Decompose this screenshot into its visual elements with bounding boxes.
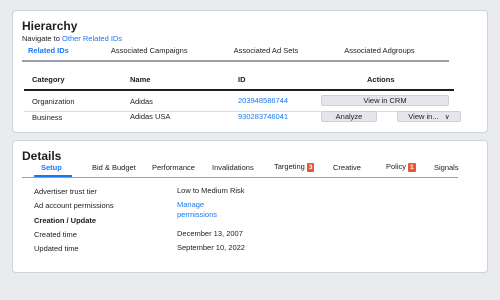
table-row: Organization Adidas 203948586744 View in…	[32, 95, 462, 110]
trust-tier-label: Advertiser trust tier	[34, 187, 97, 196]
tab-signals[interactable]: Signals	[434, 163, 459, 172]
ad-account-permissions-label: Ad account permissions	[34, 201, 114, 210]
updated-time-label: Updated time	[34, 244, 79, 253]
targeting-count-badge: 3	[306, 162, 315, 172]
details-tabs-underline	[22, 177, 458, 178]
tab-bid-budget[interactable]: Bid & Budget	[92, 163, 136, 172]
tab-policy[interactable]: Policy 1	[386, 162, 416, 172]
updated-time-value: September 10, 2022	[177, 243, 245, 252]
created-time-value: December 13, 2007	[177, 229, 243, 238]
column-header-actions: Actions	[367, 75, 395, 84]
creation-update-heading: Creation / Update	[34, 216, 97, 225]
manage-permissions-link-line1: Manage	[177, 200, 205, 209]
trust-tier-value: Low to Medium Risk	[177, 186, 245, 195]
related-ids-table: Category Name ID Actions Organization Ad…	[24, 75, 462, 135]
created-time-label: Created time	[34, 230, 77, 239]
table-header: Category Name ID Actions	[32, 75, 462, 87]
tab-targeting[interactable]: Targeting 3	[274, 162, 315, 172]
tab-related-ids[interactable]: Related IDs	[22, 46, 75, 62]
manage-permissions-link[interactable]: Manage permissions	[177, 200, 217, 220]
tab-creative[interactable]: Creative	[333, 163, 361, 172]
chevron-down-icon: ∨	[444, 114, 450, 121]
view-in-dropdown-button[interactable]: View in... ∨	[397, 111, 461, 122]
other-related-ids-link[interactable]: Other Related IDs	[62, 34, 122, 43]
table-row: Business Adidas USA 930283746041 Analyze…	[32, 111, 462, 125]
manage-permissions-link-line2: permissions	[177, 210, 218, 219]
navigate-prefix: Navigate to	[22, 34, 60, 43]
hierarchy-tabs-underline	[22, 60, 449, 62]
analyze-button[interactable]: Analyze	[321, 111, 377, 122]
row-category: Organization	[32, 97, 75, 106]
row-id-link[interactable]: 930283746041	[238, 112, 288, 121]
tab-associated-adgroups[interactable]: Associated Adgroups	[344, 46, 414, 55]
tab-policy-label: Policy	[386, 162, 407, 171]
details-card: Details Setup Bid & Budget Performance I…	[12, 140, 488, 273]
column-header-category: Category	[32, 75, 65, 84]
policy-count-badge: 1	[408, 162, 416, 172]
row-id-link[interactable]: 203948586744	[238, 96, 288, 105]
tab-invalidations[interactable]: Invalidations	[212, 163, 254, 172]
tab-performance[interactable]: Performance	[152, 163, 195, 172]
hierarchy-card: Hierarchy Navigate to Other Related IDs …	[12, 10, 488, 133]
navigate-line: Navigate to Other Related IDs	[22, 34, 122, 43]
view-in-label: View in...	[408, 112, 439, 121]
table-header-rule	[24, 89, 454, 91]
tab-associated-campaigns[interactable]: Associated Campaigns	[111, 46, 188, 55]
row-category: Business	[32, 113, 63, 122]
hierarchy-title: Hierarchy	[22, 19, 78, 33]
tab-targeting-label: Targeting	[274, 162, 305, 171]
tab-associated-ad-sets[interactable]: Associated Ad Sets	[234, 46, 299, 55]
tab-setup[interactable]: Setup	[41, 163, 62, 172]
row-name: Adidas	[130, 97, 153, 106]
column-header-name: Name	[130, 75, 151, 84]
row-name: Adidas USA	[130, 112, 171, 121]
details-tabs: Setup Bid & Budget Performance Invalidat…	[22, 162, 459, 177]
details-title: Details	[22, 149, 62, 163]
hierarchy-tabs: Related IDs Associated Campaigns Associa…	[22, 46, 449, 62]
column-header-id: ID	[238, 75, 246, 84]
view-in-crm-button[interactable]: View in CRM	[321, 95, 449, 106]
